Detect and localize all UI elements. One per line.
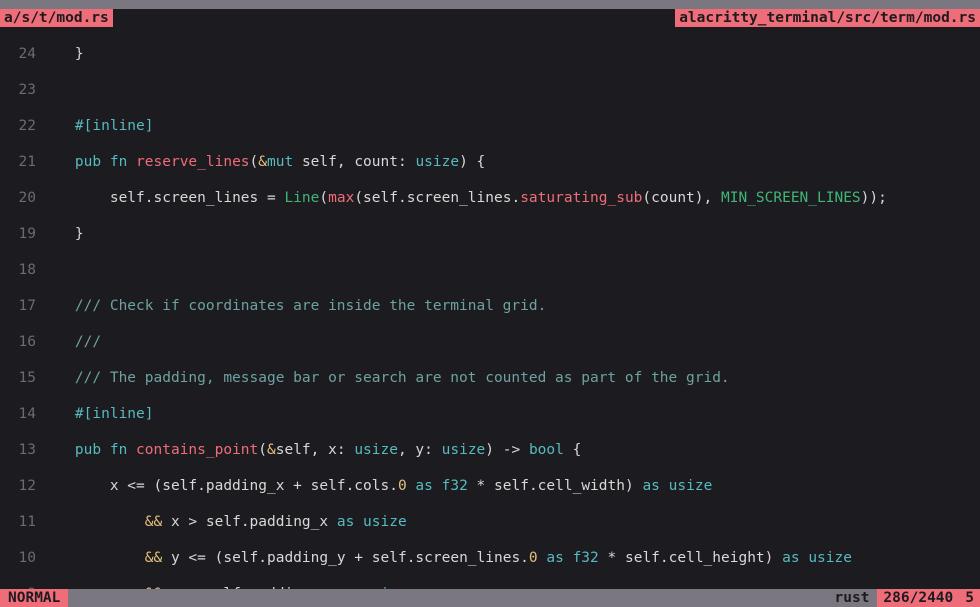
code-line[interactable]: } bbox=[40, 45, 980, 63]
editor-viewport[interactable]: 24 } 23 22 #[inline] 21 pub fn reserve_l… bbox=[0, 27, 980, 589]
code-line[interactable]: /// The padding, message bar or search a… bbox=[40, 369, 980, 387]
code-line[interactable]: #[inline] bbox=[40, 117, 980, 135]
mode-indicator: NORMAL bbox=[0, 589, 68, 607]
line-number: 10 bbox=[0, 549, 40, 567]
code-line[interactable]: x <= (self.padding_x + self.cols.0 as f3… bbox=[40, 477, 980, 495]
filetype-indicator: rust bbox=[827, 589, 878, 607]
code-line[interactable]: /// bbox=[40, 333, 980, 351]
code-line[interactable]: #[inline] bbox=[40, 405, 980, 423]
status-line: NORMAL rust 286/2440 5 bbox=[0, 589, 980, 607]
column-position: 5 bbox=[959, 589, 980, 607]
code-line[interactable]: pub fn reserve_lines(&mut self, count: u… bbox=[40, 153, 980, 171]
code-line[interactable]: && y <= (self.padding_y + self.screen_li… bbox=[40, 549, 980, 567]
buffer-header: a/s/t/mod.rs alacritty_terminal/src/term… bbox=[0, 9, 980, 27]
line-number: 14 bbox=[0, 405, 40, 423]
buffer-tab-full-path: alacritty_terminal/src/term/mod.rs bbox=[675, 9, 980, 27]
status-spacer bbox=[68, 589, 826, 607]
line-number: 22 bbox=[0, 117, 40, 135]
code-line[interactable]: pub fn contains_point(&self, x: usize, y… bbox=[40, 441, 980, 459]
code-line[interactable] bbox=[40, 261, 980, 279]
title-bar-strip bbox=[0, 0, 980, 9]
line-number: 17 bbox=[0, 297, 40, 315]
line-number: 12 bbox=[0, 477, 40, 495]
code-line[interactable] bbox=[40, 81, 980, 99]
line-number: 21 bbox=[0, 153, 40, 171]
line-number: 24 bbox=[0, 45, 40, 63]
line-number: 15 bbox=[0, 369, 40, 387]
code-line[interactable]: self.screen_lines = Line(max(self.screen… bbox=[40, 189, 980, 207]
code-line[interactable]: } bbox=[40, 225, 980, 243]
line-number: 23 bbox=[0, 81, 40, 99]
line-number: 18 bbox=[0, 261, 40, 279]
line-number: 19 bbox=[0, 225, 40, 243]
line-number: 20 bbox=[0, 189, 40, 207]
buffer-tab-short[interactable]: a/s/t/mod.rs bbox=[0, 9, 113, 27]
code-line[interactable]: && x > self.padding_x as usize bbox=[40, 513, 980, 531]
line-number: 16 bbox=[0, 333, 40, 351]
line-number: 13 bbox=[0, 441, 40, 459]
line-position: 286/2440 bbox=[877, 589, 959, 607]
line-number: 11 bbox=[0, 513, 40, 531]
code-line[interactable]: /// Check if coordinates are inside the … bbox=[40, 297, 980, 315]
